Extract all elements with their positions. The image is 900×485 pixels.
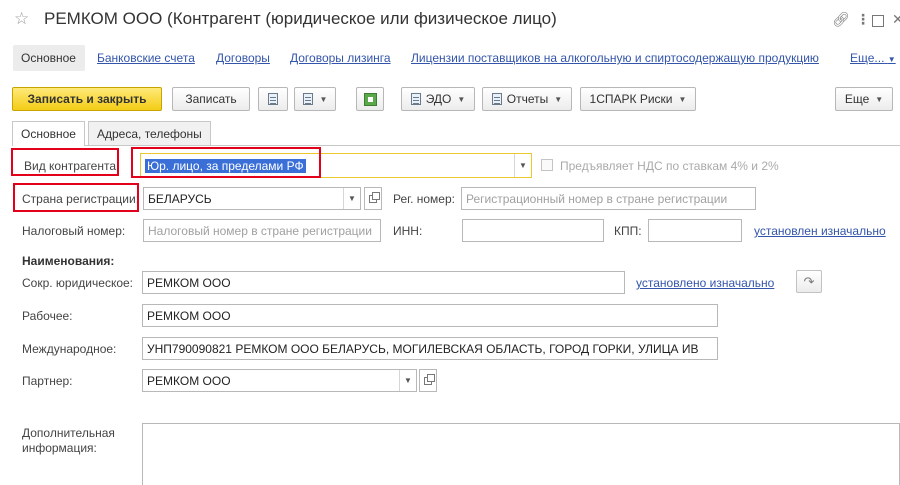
extra-info-label-line2: информация:	[22, 441, 97, 455]
related-docs-button[interactable]	[356, 87, 384, 111]
short-name-origin-link[interactable]: установлено изначально	[636, 276, 774, 290]
nav-item-licenses[interactable]: Лицензии поставщиков на алкогольную и сп…	[411, 51, 819, 65]
country-value: БЕЛАРУСЬ	[148, 191, 212, 206]
green-doc-icon	[363, 92, 377, 106]
reports-menu-button[interactable]: Отчеты ▼	[482, 87, 572, 111]
nav-item-leasing-contracts[interactable]: Договоры лизинга	[290, 51, 391, 65]
print-doc-icon	[302, 93, 313, 105]
highlight-box-kind-label	[11, 148, 119, 176]
open-icon	[424, 373, 435, 385]
chevron-down-icon[interactable]: ▼	[343, 188, 360, 209]
spark-label: 1СПАРК Риски	[589, 92, 673, 106]
country-open-button[interactable]	[364, 187, 382, 210]
tax-number-input[interactable]: Налоговый номер в стране регистрации	[143, 219, 381, 242]
close-icon[interactable]: ✕	[892, 11, 900, 28]
chevron-down-icon: ▼	[319, 94, 328, 104]
partner-select[interactable]: РЕМКОМ ООО ▼	[142, 369, 417, 392]
inn-label: ИНН:	[393, 224, 423, 238]
partner-open-button[interactable]	[419, 369, 437, 392]
more-actions-button[interactable]: Еще ▼	[835, 87, 893, 111]
intl-name-label: Международное:	[22, 342, 117, 356]
nav-item-main[interactable]: Основное	[21, 51, 76, 65]
country-select[interactable]: БЕЛАРУСЬ ▼	[143, 187, 361, 210]
nav-more-label: Еще...	[850, 51, 885, 65]
extra-info-textarea[interactable]	[142, 423, 900, 485]
document-icon	[268, 93, 278, 105]
partner-label: Партнер:	[22, 374, 73, 388]
link-icon[interactable]: 🔗︎	[832, 11, 850, 28]
nav-item-contracts[interactable]: Договоры	[216, 51, 270, 65]
intl-name-input[interactable]: УНП790090821 РЕМКОМ ООО БЕЛАРУСЬ, МОГИЛЕ…	[142, 337, 718, 360]
chevron-down-icon: ▼	[554, 94, 563, 104]
intl-name-value: УНП790090821 РЕМКОМ ООО БЕЛАРУСЬ, МОГИЛЕ…	[147, 341, 699, 356]
spark-risks-button[interactable]: 1СПАРК Риски ▼	[580, 87, 696, 111]
names-heading: Наименования:	[22, 254, 115, 268]
document-list-button[interactable]	[258, 87, 288, 111]
maximize-icon[interactable]	[872, 15, 884, 27]
refresh-name-button[interactable]: ↷	[796, 270, 822, 293]
short-name-label: Сокр. юридическое:	[22, 276, 134, 290]
reg-number-input[interactable]: Регистрационный номер в стране регистрац…	[461, 187, 756, 210]
kpp-label: КПП:	[614, 224, 642, 238]
kpp-origin-link[interactable]: установлен изначально	[754, 224, 886, 238]
chevron-down-icon: ▼	[887, 55, 896, 64]
work-name-label: Рабочее:	[22, 309, 73, 323]
chevron-down-icon: ▼	[678, 94, 687, 104]
chevron-down-icon: ▼	[875, 94, 884, 104]
vat-label: Предъявляет НДС по ставкам 4% и 2%	[560, 159, 779, 173]
chevron-down-icon[interactable]: ▼	[399, 370, 416, 391]
nav-item-more[interactable]: Еще... ▼	[850, 51, 896, 65]
extra-info-label-line1: Дополнительная	[22, 426, 115, 440]
nav-item-bank-accounts[interactable]: Банковские счета	[97, 51, 195, 65]
favorite-star-icon[interactable]: ☆	[14, 10, 29, 28]
tab-divider	[12, 145, 900, 146]
save-and-close-button[interactable]: Записать и закрыть	[12, 87, 162, 111]
reg-number-placeholder: Регистрационный номер в стране регистрац…	[466, 191, 728, 206]
edo-label: ЭДО	[425, 92, 452, 106]
reg-number-label: Рег. номер:	[393, 192, 455, 206]
more-vertical-icon[interactable]: ⋮	[856, 11, 870, 28]
edo-icon	[410, 93, 421, 105]
vat-checkbox[interactable]	[541, 159, 553, 171]
work-name-value: РЕМКОМ ООО	[147, 308, 231, 323]
window-title: РЕМКОМ ООО (Контрагент (юридическое или …	[44, 9, 557, 28]
chevron-down-icon: ▼	[457, 94, 466, 104]
work-name-input[interactable]: РЕМКОМ ООО	[142, 304, 718, 327]
highlight-box-country-label	[13, 183, 139, 212]
reports-icon	[491, 93, 502, 105]
tax-number-label: Налоговый номер:	[22, 224, 126, 238]
edo-menu-button[interactable]: ЭДО ▼	[401, 87, 475, 111]
short-name-value: РЕМКОМ ООО	[147, 275, 231, 290]
reports-label: Отчеты	[506, 92, 549, 106]
tab-main[interactable]: Основное	[12, 121, 85, 146]
inn-input[interactable]	[462, 219, 604, 242]
highlight-box-kind-value	[131, 147, 321, 178]
curved-arrow-icon: ↷	[803, 273, 815, 289]
chevron-down-icon[interactable]: ▼	[514, 154, 531, 177]
open-icon	[369, 191, 380, 203]
tab-addresses-phones[interactable]: Адреса, телефоны	[88, 121, 211, 145]
tax-number-placeholder: Налоговый номер в стране регистрации	[148, 223, 372, 238]
print-menu-button[interactable]: ▼	[294, 87, 336, 111]
save-button[interactable]: Записать	[172, 87, 250, 111]
partner-value: РЕМКОМ ООО	[147, 373, 231, 388]
kpp-input[interactable]	[648, 219, 742, 242]
more-label: Еще	[844, 92, 870, 106]
short-name-input[interactable]: РЕМКОМ ООО	[142, 271, 625, 294]
